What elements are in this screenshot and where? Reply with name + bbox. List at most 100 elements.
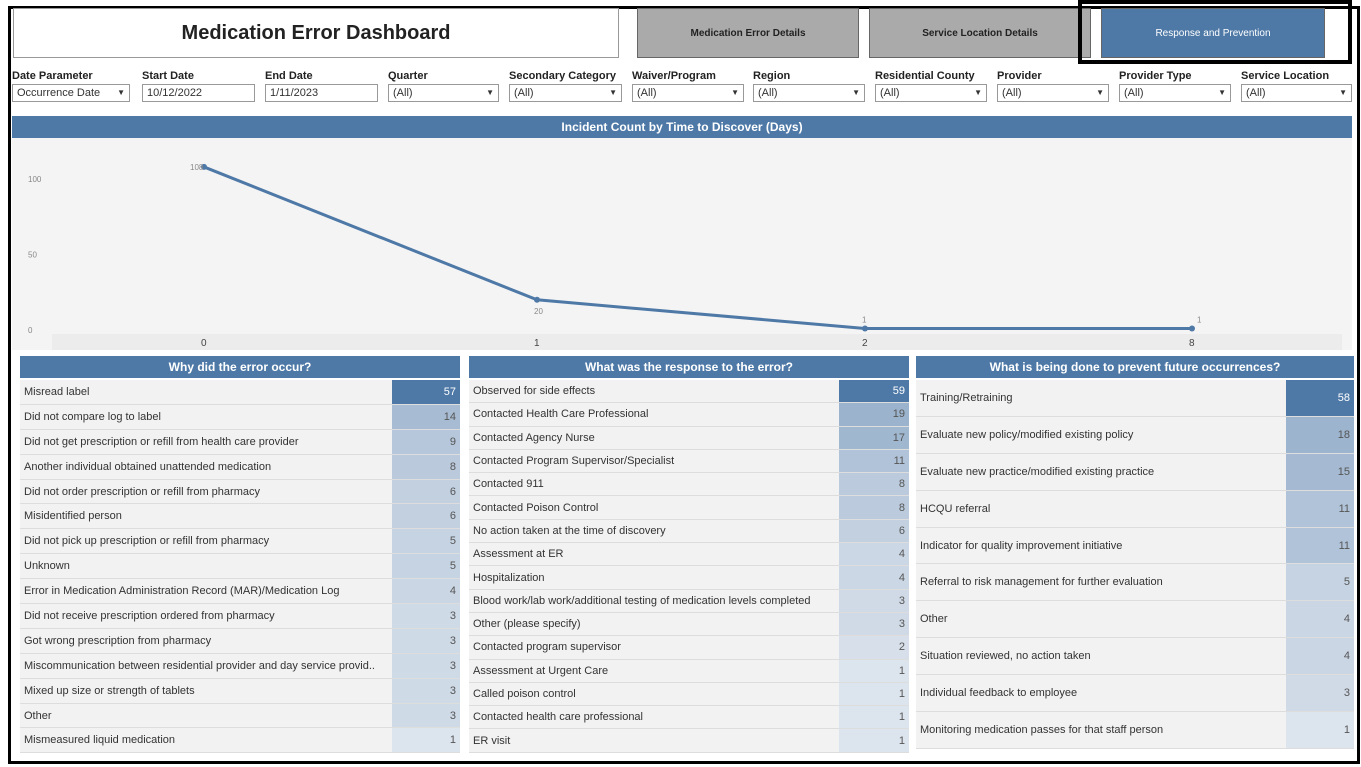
table-row[interactable]: Monitoring medication passes for that st… [916, 712, 1354, 749]
table-row[interactable]: Misread label 57 [20, 380, 460, 405]
row-value: 14 [392, 404, 460, 429]
table-row[interactable]: Mixed up size or strength of tablets 3 [20, 678, 460, 704]
start-date-input[interactable]: 10/12/2022 [142, 84, 255, 102]
filter-residential-county: Residential County (All) ▼ [875, 68, 987, 102]
provider-dropdown[interactable]: (All) ▼ [997, 84, 1109, 102]
filter-label: Region [753, 70, 791, 82]
row-value: 18 [1286, 416, 1354, 453]
row-label: Referral to risk management for further … [916, 564, 1286, 601]
row-label: Contacted program supervisor [469, 636, 839, 659]
row-value: 3 [1286, 675, 1354, 712]
table-row[interactable]: Got wrong prescription from pharmacy 3 [20, 628, 460, 654]
table-row[interactable]: Referral to risk management for further … [916, 564, 1354, 602]
table-row[interactable]: Mismeasured liquid medication 1 [20, 728, 460, 754]
row-label: Contacted 911 [469, 473, 839, 496]
data-point[interactable] [1189, 325, 1195, 332]
table-row[interactable]: Contacted Agency Nurse 17 [469, 426, 909, 450]
nav-medication-error-details[interactable]: Medication Error Details [637, 8, 859, 58]
row-value: 3 [392, 653, 460, 678]
response-table: Observed for side effects 59 Contacted Hea… [469, 380, 909, 753]
chevron-down-icon: ▼ [1096, 88, 1104, 97]
table-row[interactable]: No action taken at the time of discovery… [469, 519, 909, 544]
waiver-program-dropdown[interactable]: (All) ▼ [632, 84, 744, 102]
row-value: 4 [1286, 638, 1354, 675]
region-dropdown[interactable]: (All) ▼ [753, 84, 865, 102]
table-row[interactable]: Contacted health care professional 1 [469, 706, 909, 730]
prevention-panel: What is being done to prevent future occ… [916, 356, 1354, 762]
data-point[interactable] [534, 296, 540, 303]
table-row[interactable]: HCQU referral 11 [916, 490, 1354, 528]
table-row[interactable]: Individual feedback to employee 3 [916, 675, 1354, 713]
table-row[interactable]: Contacted 911 8 [469, 473, 909, 497]
table-row[interactable]: Error in Medication Administration Recor… [20, 579, 460, 605]
dashboard-title: Medication Error Dashboard [13, 8, 619, 58]
table-row[interactable]: Assessment at ER 4 [469, 543, 909, 567]
table-row[interactable]: Miscommunication between residential pro… [20, 653, 460, 679]
row-value: 6 [392, 504, 460, 529]
row-label: Other [916, 601, 1286, 638]
table-row[interactable]: Situation reviewed, no action taken 4 [916, 638, 1354, 676]
table-row[interactable]: Contacted Health Care Professional 19 [469, 403, 909, 427]
y-tick-label: 50 [28, 251, 37, 260]
row-label: Contacted Agency Nurse [469, 426, 839, 449]
row-label: Did not pick up prescription or refill f… [20, 529, 392, 554]
row-value: 17 [839, 426, 909, 449]
table-row[interactable]: ER visit 1 [469, 729, 909, 753]
table-row[interactable]: Did not compare log to label 14 [20, 404, 460, 430]
table-row[interactable]: Called poison control 1 [469, 682, 909, 707]
table-row[interactable]: Training/Retraining 58 [916, 380, 1354, 417]
row-value: 1 [1286, 712, 1354, 748]
table-row[interactable]: Evaluate new practice/modified existing … [916, 453, 1354, 491]
table-row[interactable]: Unknown 5 [20, 554, 460, 580]
row-value: 5 [392, 529, 460, 554]
residential-county-dropdown[interactable]: (All) ▼ [875, 84, 987, 102]
row-label: Miscommunication between residential pro… [20, 653, 392, 678]
table-row[interactable]: Contacted Program Supervisor/Specialist 1… [469, 449, 909, 474]
date-parameter-dropdown[interactable]: Occurrence Date ▼ [12, 84, 130, 102]
row-value: 2 [839, 636, 909, 659]
row-label: Mixed up size or strength of tablets [20, 678, 392, 703]
secondary-category-dropdown[interactable]: (All) ▼ [509, 84, 622, 102]
table-row[interactable]: Observed for side effects 59 [469, 380, 909, 404]
row-label: HCQU referral [916, 490, 1286, 527]
table-row[interactable]: Did not order prescription or refill fro… [20, 479, 460, 505]
row-value: 3 [392, 628, 460, 653]
service-location-dropdown[interactable]: (All) ▼ [1241, 84, 1352, 102]
row-label: Got wrong prescription from pharmacy [20, 628, 392, 653]
filter-provider: Provider (All) ▼ [997, 68, 1109, 102]
table-row[interactable]: Other (please specify) 3 [469, 612, 909, 637]
nav-service-location-details[interactable]: Service Location Details [869, 8, 1091, 58]
row-value: 8 [392, 454, 460, 479]
row-value: 6 [392, 479, 460, 504]
table-row[interactable]: Another individual obtained unattended m… [20, 454, 460, 480]
data-label: 1 [862, 315, 867, 324]
row-value: 4 [839, 566, 909, 589]
table-row[interactable]: Blood work/lab work/additional testing o… [469, 589, 909, 613]
table-row[interactable]: Contacted Poison Control 8 [469, 496, 909, 520]
table-row[interactable]: Hospitalization 4 [469, 566, 909, 590]
table-row[interactable]: Did not pick up prescription or refill f… [20, 529, 460, 555]
table-row[interactable]: Indicator for quality improvement initia… [916, 527, 1354, 565]
why-error-table: Misread label 57 Did not compare log to la… [20, 380, 460, 754]
x-tick-label: 0 [201, 338, 207, 349]
chevron-down-icon: ▼ [731, 88, 739, 97]
table-row[interactable]: Other 3 [20, 703, 460, 729]
row-label: Contacted Program Supervisor/Specialist [469, 449, 839, 473]
filter-secondary-category: Secondary Category (All) ▼ [509, 68, 622, 102]
end-date-input[interactable]: 1/11/2023 [265, 84, 378, 102]
table-row[interactable]: Misidentified person 6 [20, 504, 460, 530]
table-row[interactable]: Evaluate new policy/modified existing po… [916, 416, 1354, 454]
table-row[interactable]: Did not receive prescription ordered fro… [20, 604, 460, 629]
data-point[interactable] [862, 325, 868, 332]
row-label: Individual feedback to employee [916, 675, 1286, 712]
row-label: Monitoring medication passes for that st… [916, 712, 1286, 748]
quarter-dropdown[interactable]: (All) ▼ [388, 84, 499, 102]
chart-title: Incident Count by Time to Discover (Days… [12, 116, 1352, 138]
table-row[interactable]: Did not get prescription or refill from … [20, 429, 460, 455]
provider-type-dropdown[interactable]: (All) ▼ [1119, 84, 1231, 102]
row-label: Did not compare log to label [20, 404, 392, 429]
table-row[interactable]: Assessment at Urgent Care 1 [469, 659, 909, 683]
table-row[interactable]: Other 4 [916, 601, 1354, 639]
row-value: 8 [839, 473, 909, 496]
table-row[interactable]: Contacted program supervisor 2 [469, 636, 909, 660]
